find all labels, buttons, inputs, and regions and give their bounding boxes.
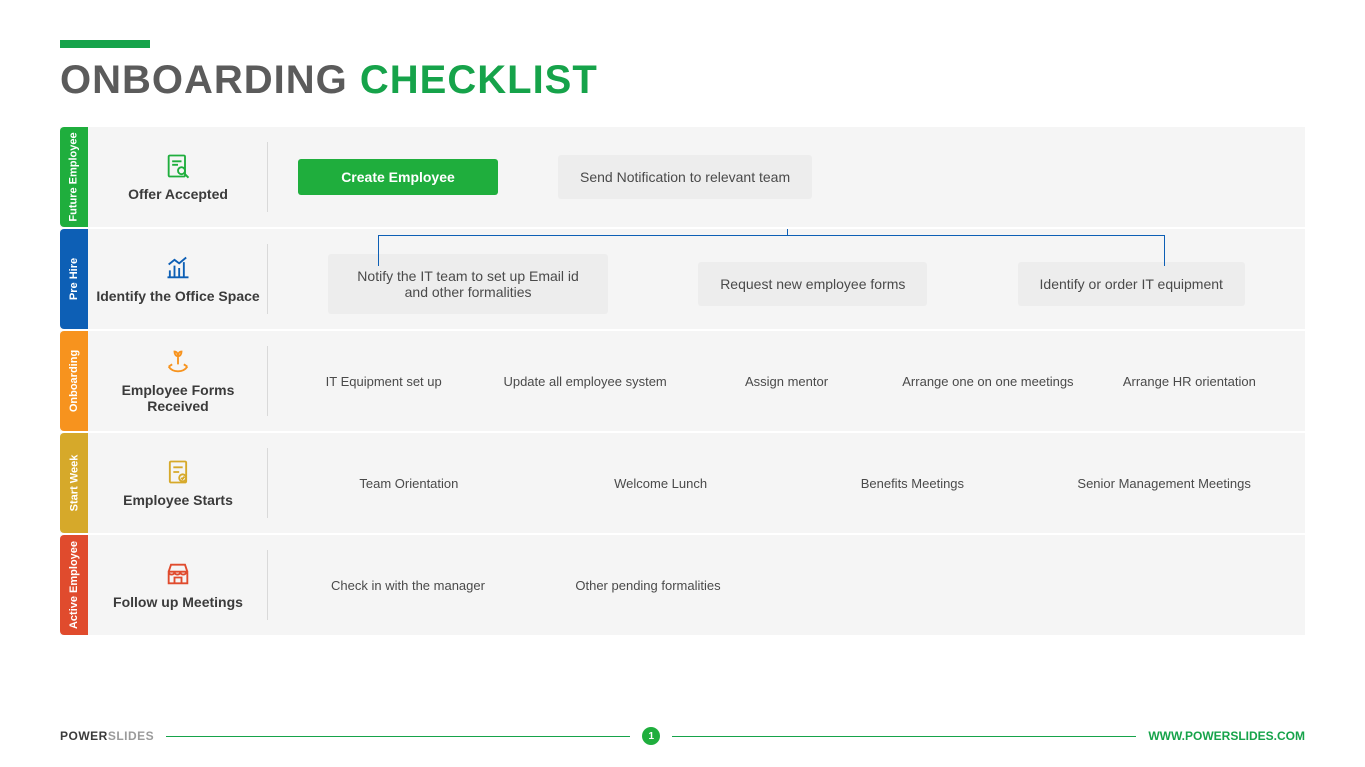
row-start-week: Start Week Employee Starts Team Orientat…: [60, 433, 1305, 533]
task-card: Request new employee forms: [698, 262, 927, 306]
accent-bar: [60, 40, 150, 48]
task-text: Benefits Meetings: [802, 476, 1024, 491]
stage-label: Identify the Office Space: [96, 288, 259, 304]
stage-identify-office: Identify the Office Space: [88, 229, 268, 329]
stage-offer-accepted: Offer Accepted: [88, 127, 268, 227]
storefront-icon: [164, 560, 192, 588]
task-text: Check in with the manager: [328, 578, 488, 593]
chart-growth-icon: [164, 254, 192, 282]
row-pre-hire: Pre Hire Identify the Office Space Notif…: [60, 229, 1305, 329]
brand-url: WWW.POWERSLIDES.COM: [1148, 729, 1305, 743]
slide-footer: POWERSLIDES 1 WWW.POWERSLIDES.COM: [60, 727, 1305, 745]
hands-plant-icon: [164, 348, 192, 376]
row-active-employee: Active Employee Follow up Meetings Check…: [60, 535, 1305, 635]
footer-line: [166, 736, 630, 737]
tab-start-week: Start Week: [60, 433, 88, 533]
create-employee-button[interactable]: Create Employee: [298, 159, 498, 195]
task-card: Send Notification to relevant team: [558, 155, 812, 199]
stage-label: Follow up Meetings: [113, 594, 243, 610]
task-text: Arrange one on one meetings: [902, 374, 1073, 389]
stage-label: Employee Forms Received: [96, 382, 260, 414]
task-card: Identify or order IT equipment: [1018, 262, 1245, 306]
stage-follow-up: Follow up Meetings: [88, 535, 268, 635]
page-number: 1: [642, 727, 660, 745]
task-text: Team Orientation: [298, 476, 520, 491]
tasks-row-0: Create Employee Send Notification to rel…: [268, 127, 1305, 227]
tasks-row-4: Check in with the manager Other pending …: [268, 535, 1305, 635]
task-text: Senior Management Meetings: [1053, 476, 1275, 491]
stage-forms-received: Employee Forms Received: [88, 331, 268, 431]
tab-active-employee: Active Employee: [60, 535, 88, 635]
row-future-employee: Future Employee Offer Accepted Create Em…: [60, 127, 1305, 227]
task-text: Update all employee system: [499, 374, 670, 389]
title-part-2: CHECKLIST: [360, 58, 598, 102]
stage-employee-starts: Employee Starts: [88, 433, 268, 533]
checklist-rows: Future Employee Offer Accepted Create Em…: [60, 127, 1305, 635]
page-title: ONBOARDING CHECKLIST: [60, 58, 1305, 103]
brand-name: POWERSLIDES: [60, 729, 154, 743]
task-text: Arrange HR orientation: [1104, 374, 1275, 389]
tab-future-employee: Future Employee: [60, 127, 88, 227]
task-text: Welcome Lunch: [550, 476, 772, 491]
task-text: Assign mentor: [701, 374, 872, 389]
tasks-row-2: IT Equipment set up Update all employee …: [268, 331, 1305, 431]
tasks-row-1: Notify the IT team to set up Email id an…: [268, 229, 1305, 329]
document-check-icon: [164, 458, 192, 486]
task-text: IT Equipment set up: [298, 374, 469, 389]
row-onboarding: Onboarding Employee Forms Received IT Eq…: [60, 331, 1305, 431]
stage-label: Offer Accepted: [128, 186, 228, 202]
footer-line: [672, 736, 1136, 737]
stage-label: Employee Starts: [123, 492, 233, 508]
tab-pre-hire: Pre Hire: [60, 229, 88, 329]
tab-onboarding: Onboarding: [60, 331, 88, 431]
document-search-icon: [164, 152, 192, 180]
task-card: Notify the IT team to set up Email id an…: [328, 254, 608, 314]
task-text: Other pending formalities: [568, 578, 728, 593]
tasks-row-3: Team Orientation Welcome Lunch Benefits …: [268, 433, 1305, 533]
title-part-1: ONBOARDING: [60, 58, 348, 102]
